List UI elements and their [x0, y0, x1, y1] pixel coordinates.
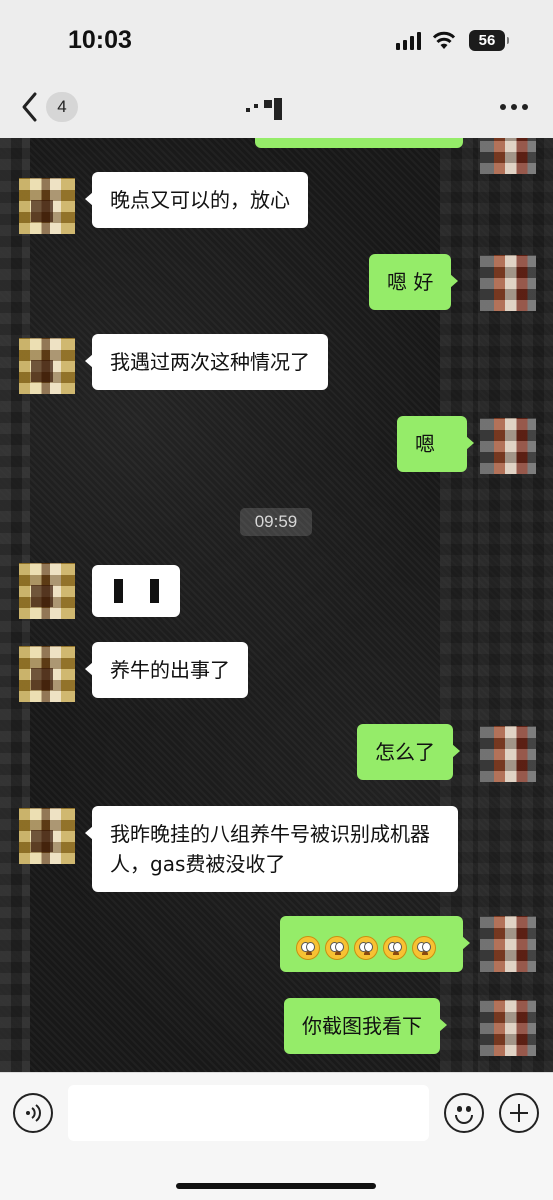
message-bubble-incoming[interactable]: 我遇过两次这种情况了 — [85, 334, 328, 390]
message-input[interactable] — [68, 1085, 429, 1141]
message-bubble-outgoing[interactable]: 你截图我看下 — [284, 998, 447, 1054]
sticker-message[interactable] — [92, 565, 180, 617]
input-bar — [0, 1072, 553, 1200]
unread-count-badge[interactable]: 4 — [46, 92, 78, 122]
message-bubble-incoming[interactable]: 晚点又可以的，放心 — [85, 172, 308, 228]
avatar-self[interactable] — [480, 255, 536, 311]
status-time: 10:03 — [68, 26, 132, 54]
voice-icon[interactable] — [13, 1093, 53, 1133]
message-bubble-outgoing[interactable] — [280, 916, 470, 972]
home-indicator — [176, 1183, 376, 1189]
flushed-face-icon — [383, 935, 407, 960]
avatar-self[interactable] — [480, 916, 536, 972]
avatar-contact[interactable] — [19, 338, 75, 394]
more-dots-icon[interactable] — [500, 104, 528, 112]
avatar-self[interactable] — [480, 418, 536, 474]
message-bubble-outgoing[interactable]: 怎么了 — [357, 724, 460, 780]
flushed-face-icon — [354, 935, 378, 960]
message-bubble-outgoing[interactable]: 嗯 — [397, 416, 474, 472]
signal-icon — [396, 32, 421, 50]
avatar-contact[interactable] — [19, 646, 75, 702]
plus-icon[interactable] — [499, 1093, 539, 1133]
chat-title-redacted — [246, 98, 306, 122]
avatar-self[interactable] — [480, 726, 536, 782]
avatar-self[interactable] — [480, 138, 536, 174]
avatar-contact[interactable] — [19, 178, 75, 234]
chevron-left-icon[interactable] — [18, 90, 42, 124]
avatar-self[interactable] — [480, 1000, 536, 1056]
message-bubble-outgoing[interactable]: 嗯 好 — [369, 254, 459, 310]
emoji-icon[interactable] — [444, 1093, 484, 1133]
battery-icon: 56 — [469, 30, 509, 51]
flushed-face-icon — [325, 935, 349, 960]
partial-message-bubble — [255, 138, 463, 148]
message-bubble-incoming[interactable]: 我昨晚挂的八组养牛号被识别成机器人，gas费被没收了 — [85, 806, 458, 892]
top-bar: 10:03 56 4 — [0, 0, 553, 138]
chat-area[interactable]: 晚点又可以的，放心 嗯 好 我遇过两次这种情况了 嗯 09:59 养牛的出事了 … — [0, 138, 553, 1072]
flushed-face-icon — [296, 935, 320, 960]
message-bubble-incoming[interactable]: 养牛的出事了 — [85, 642, 248, 698]
avatar-contact[interactable] — [19, 808, 75, 864]
avatar-contact[interactable] — [19, 563, 75, 619]
timestamp: 09:59 — [240, 508, 312, 536]
wifi-icon — [432, 31, 456, 49]
flushed-face-icon — [412, 935, 436, 960]
